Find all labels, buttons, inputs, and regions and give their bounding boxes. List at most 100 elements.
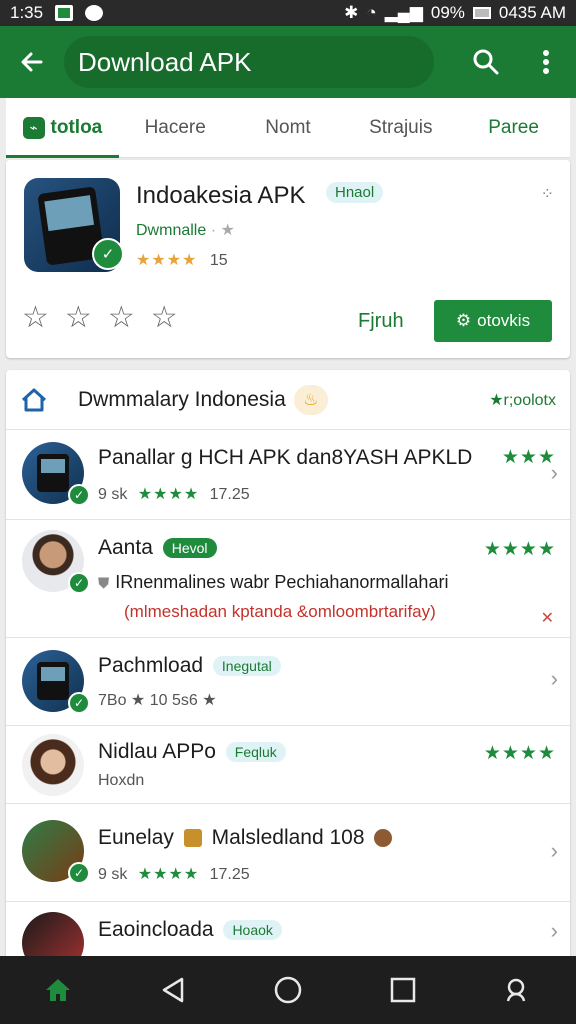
install-button-label: otovkis xyxy=(477,311,531,330)
tab-label: Nomt xyxy=(265,116,311,138)
featured-subtitle: Dwmnalle · ★ xyxy=(136,220,235,240)
app-avatar: ✓ xyxy=(22,650,90,714)
item-badge: Hoaok xyxy=(223,920,282,941)
list-header-right[interactable]: ★r;oolotx xyxy=(489,390,556,410)
list-item[interactable]: ✓ Panallar g HCH APK dan8YASH APKLD ★★★ … xyxy=(6,430,570,520)
search-icon[interactable] xyxy=(478,956,558,1024)
item-title-text: Aanta xyxy=(98,536,153,559)
clock: 0435 AM xyxy=(498,3,566,22)
featured-subtitle-text: Dwmnalle xyxy=(136,222,207,239)
notification-icon xyxy=(55,5,74,21)
app-mini-icon xyxy=(183,829,202,848)
tab-paree[interactable]: Paree xyxy=(457,98,570,157)
item-title-text: Pachmload xyxy=(98,654,204,677)
tab-bar: ⌁ totloa Hacere Nomt Strajuis Paree xyxy=(6,98,570,158)
featured-app-card[interactable]: ✓ Indoakesia APK Hnaol ⁘ Dwmnalle · ★ ★★… xyxy=(6,160,570,358)
app-icon: ✓ xyxy=(24,178,124,272)
app-avatar xyxy=(22,912,84,960)
tab-strajuis[interactable]: Strajuis xyxy=(344,98,457,157)
tab-label: Hacere xyxy=(144,116,206,138)
more-vert-icon[interactable] xyxy=(516,26,576,98)
status-time: 1:35 xyxy=(10,3,44,22)
home-circle-icon[interactable] xyxy=(248,956,328,1024)
item-size: 9 sk xyxy=(98,486,128,503)
list-item[interactable]: Eaoincloada Hoaok › xyxy=(6,902,570,960)
rate-star-2-icon[interactable]: ☆ xyxy=(65,300,92,335)
featured-badge: Hnaol xyxy=(326,182,384,203)
list-item[interactable]: ✓ Aanta Hevol ★★★★ ⛊ IRnenmalines wabr Pe… xyxy=(6,520,570,638)
verified-check-icon: ✓ xyxy=(68,572,90,594)
list-item[interactable]: ✓ Eunelay Malsledland 108 9 sk ★★★★ 17.2… xyxy=(6,804,570,902)
chevron-right-icon[interactable]: › xyxy=(551,918,558,944)
featured-link[interactable]: Fjruh xyxy=(358,310,404,333)
rating-stars: ★★★★ xyxy=(136,252,198,269)
tab-totloa[interactable]: ⌁ totloa xyxy=(6,98,119,158)
item-title: Pachmload Inegutal xyxy=(98,654,281,678)
item-badge: Hevol xyxy=(162,538,217,559)
verified-check-icon: ✓ xyxy=(68,484,90,506)
list-header: Dwmmalary Indonesia ♨ ★r;oolotx xyxy=(6,370,570,430)
battery-icon xyxy=(472,7,491,19)
item-title: Eaoincloada Hoaok xyxy=(98,918,282,942)
list-item[interactable]: Nidlau APPo Feqluk ★★★★ Hoxdn xyxy=(6,726,570,804)
app-title-pill[interactable]: Download APK xyxy=(64,36,434,88)
item-description: ⛊ IRnenmalines wabr Pechiahanormallahari xyxy=(98,572,448,593)
item-meta: 9 sk ★★★★ 17.25 xyxy=(98,864,250,884)
rate-star-4-icon[interactable]: ☆ xyxy=(151,300,178,335)
chevron-right-icon[interactable]: › xyxy=(551,838,558,864)
item-stars: ★★★★ xyxy=(483,539,556,560)
battery-percent: 09% xyxy=(430,3,465,22)
chevron-right-icon[interactable]: › xyxy=(551,460,558,486)
verified-check-icon: ✓ xyxy=(92,238,124,270)
phone-icon xyxy=(37,662,69,700)
search-icon[interactable] xyxy=(456,26,516,98)
chevron-right-icon[interactable]: › xyxy=(551,666,558,692)
bluetooth-icon: ✱ xyxy=(344,3,359,22)
item-title-text: Nidlau APPo xyxy=(98,740,216,763)
install-button[interactable]: ⚙ otovkis xyxy=(434,300,552,342)
tab-label: Paree xyxy=(488,116,539,138)
notification-icon xyxy=(85,5,104,21)
close-icon[interactable]: ✕ xyxy=(541,608,554,628)
item-stars: ★★★ xyxy=(501,447,556,468)
item-meta-stars: ★★★★ xyxy=(137,486,200,503)
tab-hacere[interactable]: Hacere xyxy=(119,98,232,157)
signal-icon: ▂▄▆ xyxy=(384,3,423,22)
item-badge: Inegutal xyxy=(212,656,281,677)
overflow-dots-icon[interactable]: ⁘ xyxy=(541,184,554,204)
rate-star-3-icon[interactable]: ☆ xyxy=(108,300,135,335)
item-meta-stars: ★★★★ xyxy=(137,866,200,883)
rate-star-1-icon[interactable]: ☆ xyxy=(22,300,49,335)
app-avatar: ✓ xyxy=(22,442,90,506)
list-header-title: Dwmmalary Indonesia xyxy=(78,387,286,411)
tab-nomt[interactable]: Nomt xyxy=(232,98,345,157)
verified-check-icon: ✓ xyxy=(68,862,90,884)
bear-icon xyxy=(374,829,393,848)
home-icon[interactable] xyxy=(18,956,98,1024)
featured-rating: ★★★★ 15 xyxy=(136,250,228,270)
back-arrow-icon[interactable] xyxy=(0,26,64,98)
featured-title: Indoakesia APK xyxy=(136,182,306,209)
rating-count: 15 xyxy=(209,252,228,269)
subtitle-extra-icon: · ★ xyxy=(210,222,235,239)
item-stars: ★★★★ xyxy=(483,743,556,764)
item-title-text: Eunelay xyxy=(98,826,174,849)
status-bar: 1:35 ✱ ◔ ▂▄▆ 09% 0435 AM xyxy=(0,0,576,26)
app-bar: Download APK xyxy=(0,26,576,98)
rate-stars-row: ☆ ☆ ☆ ☆ xyxy=(22,300,178,335)
verified-check-icon: ✓ xyxy=(68,692,90,714)
item-time: 17.25 xyxy=(209,866,250,883)
item-title-text: Eaoincloada xyxy=(98,918,214,941)
item-time: 17.25 xyxy=(209,486,250,503)
user-avatar xyxy=(22,734,84,796)
back-triangle-icon[interactable] xyxy=(133,956,213,1024)
game-avatar: ✓ xyxy=(22,820,90,884)
item-meta: Hoxdn xyxy=(98,772,145,789)
list-item[interactable]: ✓ Pachmload Inegutal 7Bo ★ 10 5s6 ★ › xyxy=(6,638,570,726)
user-avatar: ✓ xyxy=(22,530,90,594)
tab-label: Strajuis xyxy=(369,116,433,138)
item-title: Eunelay Malsledland 108 xyxy=(98,826,396,850)
recents-square-icon[interactable] xyxy=(363,956,443,1024)
shield-icon: ⛊ xyxy=(98,575,110,592)
item-title: Aanta Hevol xyxy=(98,536,217,560)
